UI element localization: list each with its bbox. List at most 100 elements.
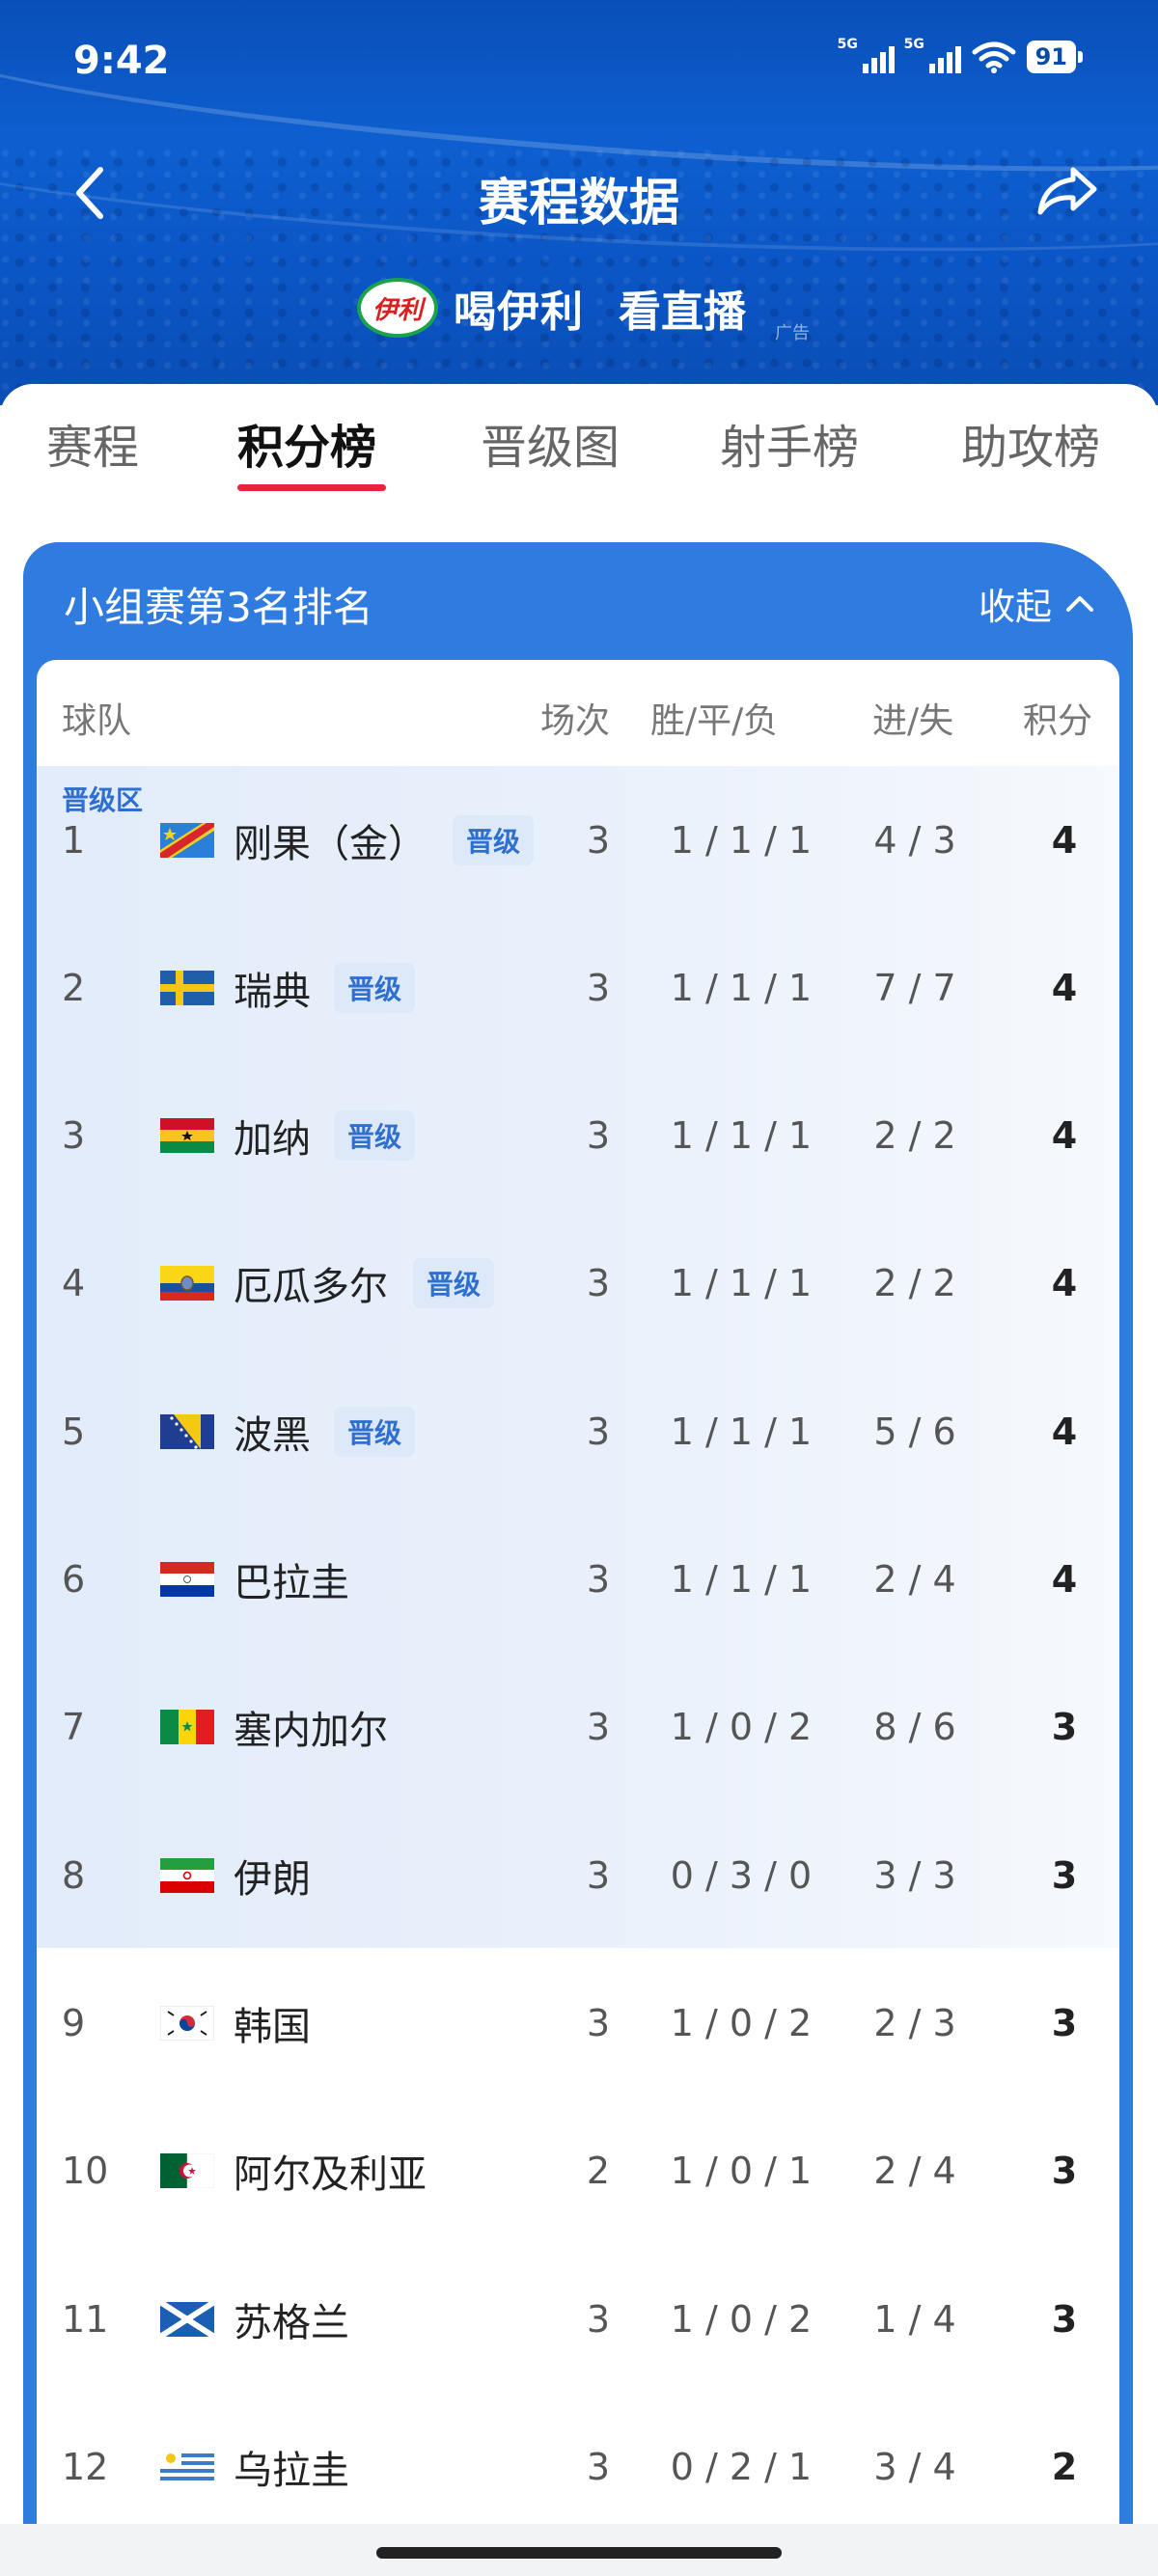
- signal-icon: 5G: [838, 37, 895, 73]
- col-goals: 进/失: [872, 701, 954, 741]
- panel-title: 小组赛第3名排名: [64, 584, 373, 631]
- flag-sweden-icon: [160, 970, 214, 1005]
- ad-banner[interactable]: 伊利 喝伊利 看直播 广告: [357, 274, 810, 343]
- table-row[interactable]: 8 伊朗 3 0 / 3 / 0 3 / 3 3: [37, 1801, 1119, 1949]
- played: 3: [586, 1262, 611, 1305]
- played: 3: [586, 1558, 611, 1601]
- table-header: 球队 场次 胜/平/负 进/失 积分: [37, 660, 1119, 766]
- goals-for-against: 2 / 2: [873, 1262, 956, 1305]
- win-draw-loss: 1 / 1 / 1: [670, 1410, 813, 1453]
- col-team: 球队: [62, 701, 132, 741]
- qualified-badge: 晋级: [334, 962, 416, 1013]
- team-name[interactable]: 苏格兰: [234, 2291, 349, 2347]
- points: 2: [1051, 2445, 1078, 2488]
- tab-bracket[interactable]: 晋级图: [481, 409, 620, 477]
- flag-senegal-icon: [160, 1710, 214, 1745]
- win-draw-loss: 1 / 1 / 1: [670, 966, 813, 1009]
- team-name[interactable]: 阿尔及利亚: [234, 2143, 427, 2199]
- team-name[interactable]: 波黑: [234, 1404, 311, 1460]
- team-name[interactable]: 伊朗: [234, 1848, 311, 1904]
- points: 4: [1051, 1262, 1078, 1305]
- tab-assists[interactable]: 助攻榜: [961, 409, 1100, 477]
- table-row[interactable]: 2 瑞典 晋级 3 1 / 1 / 1 7 / 7 4: [37, 914, 1119, 1061]
- status-icons: 5G 5G 91: [838, 37, 1084, 73]
- table-row[interactable]: 12 乌拉圭 3 0 / 2 / 1 3 / 4 2: [37, 2393, 1119, 2540]
- rank: 1: [62, 818, 86, 862]
- qualified-badge: 晋级: [334, 1406, 416, 1457]
- win-draw-loss: 1 / 1 / 1: [670, 1262, 813, 1305]
- share-icon[interactable]: [1034, 162, 1100, 220]
- collapse-button[interactable]: 收起: [979, 577, 1094, 630]
- wifi-icon: [972, 41, 1016, 73]
- standings-panel: 小组赛第3名排名 收起 球队 场次 胜/平/负 进/失 积分 晋级区 1 刚果（金…: [23, 542, 1133, 2576]
- table-row[interactable]: 7 塞内加尔 3 1 / 0 / 2 8 / 6 3: [37, 1654, 1119, 1801]
- header: 9:42 5G 5G 91 赛程数据 伊利 喝伊利 看直播 广告: [0, 0, 1158, 405]
- points: 4: [1051, 1114, 1078, 1158]
- goals-for-against: 5 / 6: [873, 1410, 956, 1453]
- tab-bar: 赛程 积分榜 晋级图 射手榜 助攻榜: [0, 384, 1158, 500]
- played: 3: [586, 2001, 611, 2044]
- rank: 8: [62, 1853, 86, 1897]
- rank: 2: [62, 966, 86, 1009]
- ad-text: 喝伊利: [454, 288, 584, 337]
- flag-south-korea-icon: [160, 2005, 214, 2041]
- team-name[interactable]: 塞内加尔: [234, 1699, 388, 1755]
- table-row[interactable]: 6 巴拉圭 3 1 / 1 / 1 2 / 4 4: [37, 1506, 1119, 1654]
- goals-for-against: 2 / 4: [873, 2150, 956, 2193]
- table-row[interactable]: 4 厄瓜多尔 晋级 3 1 / 1 / 1 2 / 2 4: [37, 1210, 1119, 1357]
- goals-for-against: 4 / 3: [873, 818, 956, 862]
- played: 3: [586, 1706, 611, 1749]
- win-draw-loss: 0 / 2 / 1: [670, 2445, 813, 2488]
- team-name[interactable]: 乌拉圭: [234, 2439, 349, 2495]
- col-wdl: 胜/平/负: [650, 701, 779, 741]
- rank: 4: [62, 1262, 86, 1305]
- tab-schedule[interactable]: 赛程: [46, 409, 139, 477]
- team-name[interactable]: 瑞典: [234, 960, 311, 1016]
- collapse-label: 收起: [978, 586, 1052, 628]
- flag-iran-icon: [160, 1857, 214, 1893]
- flag-ecuador-icon: [160, 1266, 214, 1302]
- signal-label: 5G: [903, 37, 924, 52]
- points: 4: [1051, 1410, 1078, 1453]
- tab-scorers[interactable]: 射手榜: [720, 409, 859, 477]
- goals-for-against: 3 / 3: [873, 1853, 956, 1897]
- tab-standings[interactable]: 积分榜: [237, 409, 376, 477]
- team-name[interactable]: 刚果（金）: [234, 812, 427, 868]
- home-indicator[interactable]: [376, 2547, 782, 2559]
- played: 3: [586, 1410, 611, 1453]
- flag-algeria-icon: [160, 2153, 214, 2189]
- goals-for-against: 2 / 2: [873, 1114, 956, 1158]
- table-row[interactable]: 3 加纳 晋级 3 1 / 1 / 1 2 / 2 4: [37, 1062, 1119, 1210]
- win-draw-loss: 1 / 0 / 2: [670, 1706, 813, 1749]
- table-row[interactable]: 10 阿尔及利亚 2 1 / 0 / 1 2 / 4 3: [37, 2097, 1119, 2245]
- rank: 9: [62, 2001, 86, 2044]
- table-row[interactable]: 1 刚果（金） 晋级 3 1 / 1 / 1 4 / 3 4: [37, 766, 1119, 914]
- team-name[interactable]: 加纳: [234, 1108, 311, 1164]
- col-points: 积分: [1023, 701, 1093, 741]
- status-time: 9:42: [73, 39, 170, 83]
- goals-for-against: 3 / 4: [873, 2445, 956, 2488]
- qualified-badge: 晋级: [334, 1110, 416, 1162]
- flag-uruguay-icon: [160, 2449, 214, 2484]
- signal-icon: 5G: [904, 37, 961, 73]
- points: 4: [1051, 966, 1078, 1009]
- points: 3: [1051, 1853, 1078, 1897]
- flag-ghana-icon: [160, 1118, 214, 1154]
- flag-bosnia-icon: [160, 1413, 214, 1449]
- flag-scotland-icon: [160, 2301, 214, 2337]
- table-row[interactable]: 11 苏格兰 3 1 / 0 / 2 1 / 4 3: [37, 2245, 1119, 2393]
- ad-tag: 广告: [775, 323, 810, 343]
- team-name[interactable]: 巴拉圭: [234, 1551, 349, 1607]
- win-draw-loss: 0 / 3 / 0: [670, 1853, 813, 1897]
- table-row[interactable]: 9 韩国 3 1 / 0 / 2 2 / 3 3: [37, 1949, 1119, 2096]
- points: 3: [1051, 2297, 1078, 2341]
- rank: 12: [62, 2445, 109, 2488]
- team-name[interactable]: 厄瓜多尔: [234, 1255, 388, 1311]
- rank: 3: [62, 1114, 86, 1158]
- table-row[interactable]: 5 波黑 晋级 3 1 / 1 / 1 5 / 6 4: [37, 1357, 1119, 1505]
- played: 3: [586, 966, 611, 1009]
- win-draw-loss: 1 / 0 / 2: [670, 2297, 813, 2341]
- team-name[interactable]: 韩国: [234, 1995, 311, 2051]
- flag-paraguay-icon: [160, 1562, 214, 1597]
- rank: 5: [62, 1410, 86, 1453]
